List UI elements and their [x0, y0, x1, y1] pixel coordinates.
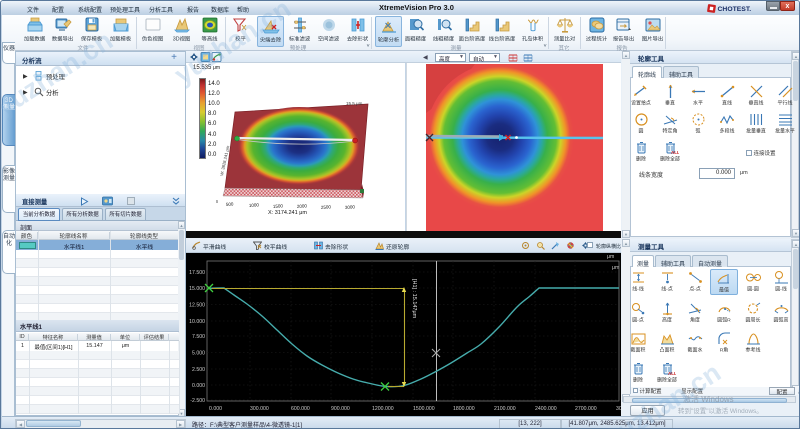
svg-text:1500: 1500 [273, 203, 284, 209]
svg-text:2500: 2500 [321, 204, 332, 210]
svg-text:1200.000: 1200.000 [372, 406, 394, 412]
svg-text:2000: 2000 [297, 203, 308, 209]
svg-text:CHOTEST.: CHOTEST. [718, 6, 752, 13]
svg-text:500: 500 [226, 201, 234, 207]
svg-text:0: 0 [216, 199, 219, 204]
svg-text:X: 3174.241 μm: X: 3174.241 μm [268, 210, 307, 216]
svg-text:1800.000: 1800.000 [453, 406, 475, 412]
svg-text:1000: 1000 [249, 202, 260, 208]
svg-text:μm: μm [607, 254, 614, 260]
svg-text:600.000: 600.000 [291, 406, 310, 412]
svg-text:0.000: 0.000 [209, 406, 222, 412]
svg-text:[H1] : 15.147μm: [H1] : 15.147μm [411, 279, 417, 319]
svg-text:0.000: 0.000 [192, 383, 205, 389]
svg-text:15.5 μm: 15.5 μm [346, 101, 363, 106]
svg-text:7.500: 7.500 [192, 334, 205, 340]
svg-text:5.000: 5.000 [192, 350, 205, 356]
svg-text:10.000: 10.000 [189, 319, 205, 325]
svg-text:2700.000: 2700.000 [575, 406, 597, 412]
svg-text:12.500: 12.500 [189, 302, 205, 308]
svg-text:17.500: 17.500 [189, 270, 205, 276]
svg-text:2100.000: 2100.000 [494, 406, 516, 412]
svg-text:-2.500: -2.500 [190, 398, 205, 404]
svg-text:μm: μm [612, 265, 619, 271]
svg-text:15.000: 15.000 [189, 286, 205, 292]
svg-text:2400.000: 2400.000 [535, 406, 557, 412]
svg-text:1500.000: 1500.000 [413, 406, 435, 412]
svg-text:2.500: 2.500 [192, 367, 205, 373]
svg-text:900.000: 900.000 [331, 406, 350, 412]
svg-text:300.000: 300.000 [250, 406, 269, 412]
svg-text:3000: 3000 [345, 204, 356, 210]
